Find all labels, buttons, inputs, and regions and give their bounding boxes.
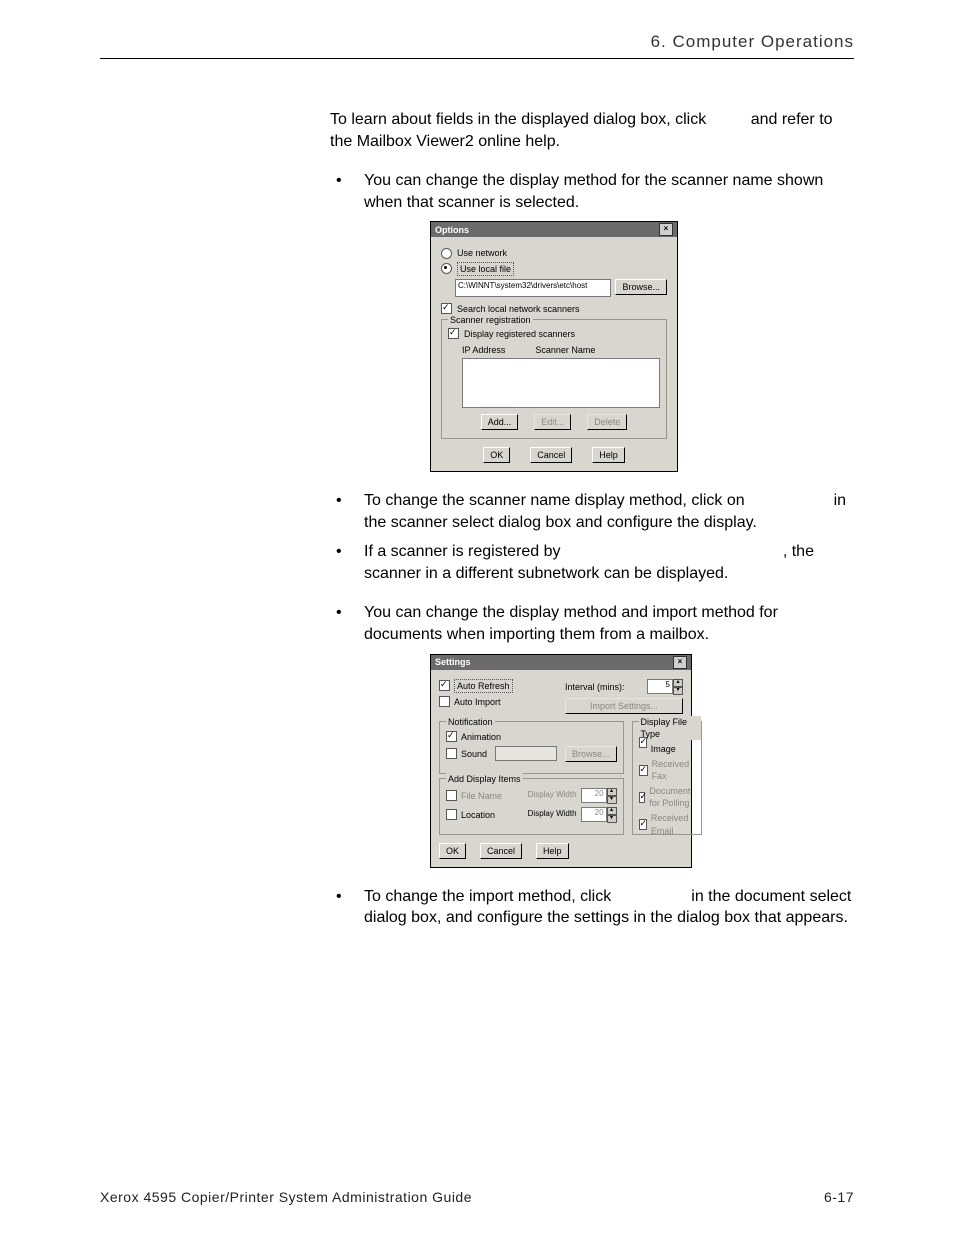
col-ip: IP Address <box>462 344 505 356</box>
bullet-dot: • <box>330 170 364 213</box>
arrow-up-icon[interactable]: ▴ <box>607 807 617 815</box>
file-name-width-value[interactable]: 20 <box>581 788 607 803</box>
use-local-file-label: Use local file <box>457 262 514 276</box>
arrow-up-icon[interactable]: ▴ <box>607 788 617 796</box>
bullet-2a: To change the scanner name display metho… <box>364 492 745 509</box>
sound-label: Sound <box>461 748 487 760</box>
display-registered-checkbox[interactable] <box>448 328 459 339</box>
location-width-spinner[interactable]: 20 ▴▾ <box>581 807 617 823</box>
scanner-registration-group: Scanner registration Display registered … <box>441 319 667 439</box>
interval-label: Interval (mins): <box>565 681 625 693</box>
bullet-dot: • <box>330 490 364 533</box>
search-local-checkbox[interactable] <box>441 303 452 314</box>
scanner-list[interactable] <box>462 358 660 408</box>
notification-legend: Notification <box>446 716 495 728</box>
col-name: Scanner Name <box>535 344 595 356</box>
display-registered-label: Display registered scanners <box>464 328 575 340</box>
sound-path-input[interactable] <box>495 746 557 761</box>
auto-refresh-checkbox[interactable] <box>439 680 450 691</box>
ok-button[interactable]: OK <box>483 447 510 463</box>
bullet-dot: • <box>330 541 364 584</box>
arrow-down-icon[interactable]: ▾ <box>673 687 683 695</box>
settings-dialog-figure: Settings × Auto Refresh Auto Import <box>430 654 854 868</box>
display-file-type-group: Display File Type Scanned Image Received… <box>632 721 702 835</box>
scanned-image-checkbox[interactable] <box>639 737 647 748</box>
intro-paragraph: To learn about fields in the displayed d… <box>330 109 854 152</box>
page-header: 6. Computer Operations <box>100 32 854 58</box>
use-network-label: Use network <box>457 247 507 259</box>
location-width-value[interactable]: 20 <box>581 807 607 822</box>
help-button[interactable]: Help <box>536 843 569 859</box>
received-fax-checkbox[interactable] <box>639 765 648 776</box>
header-rule <box>100 58 854 59</box>
bullet-3: • If a scanner is registered by , the sc… <box>330 541 854 584</box>
display-width-label-1: Display Width <box>528 790 577 801</box>
help-button[interactable]: Help <box>592 447 625 463</box>
bullet-1: • You can change the display method for … <box>330 170 854 213</box>
arrow-down-icon[interactable]: ▾ <box>607 796 617 804</box>
scanner-registration-legend: Scanner registration <box>448 314 533 326</box>
ok-button[interactable]: OK <box>439 843 466 859</box>
use-local-file-radio[interactable] <box>441 263 452 274</box>
page-footer: Xerox 4595 Copier/Printer System Adminis… <box>100 1189 854 1205</box>
auto-import-checkbox[interactable] <box>439 696 450 707</box>
interval-spinner[interactable]: 5 ▴▾ <box>647 679 683 695</box>
sound-browse-button[interactable]: Browse... <box>565 746 617 762</box>
location-label: Location <box>461 809 495 821</box>
location-checkbox[interactable] <box>446 809 457 820</box>
display-width-label-2: Display Width <box>528 809 577 820</box>
received-email-checkbox[interactable] <box>639 819 647 830</box>
cancel-button[interactable]: Cancel <box>530 447 572 463</box>
intro-line1: To learn about fields in the displayed d… <box>330 111 706 128</box>
arrow-up-icon[interactable]: ▴ <box>673 679 683 687</box>
settings-dialog-titlebar: Settings × <box>431 655 691 670</box>
animation-checkbox[interactable] <box>446 731 457 742</box>
arrow-down-icon[interactable]: ▾ <box>607 815 617 823</box>
file-name-label: File Name <box>461 790 502 802</box>
footer-left: Xerox 4595 Copier/Printer System Adminis… <box>100 1189 472 1205</box>
sound-checkbox[interactable] <box>446 748 457 759</box>
delete-button[interactable]: Delete <box>587 414 627 430</box>
options-dialog-titlebar: Options × <box>431 222 677 237</box>
bullet-3a: If a scanner is registered by <box>364 543 561 560</box>
file-name-width-spinner[interactable]: 20 ▴▾ <box>581 788 617 804</box>
bullet-dot: • <box>330 886 364 929</box>
local-file-path-input[interactable]: C:\WINNT\system32\drivers\etc\host <box>455 279 611 297</box>
auto-refresh-label: Auto Refresh <box>454 679 513 693</box>
browse-button[interactable]: Browse... <box>615 279 667 295</box>
received-fax-label: Received Fax <box>652 758 695 782</box>
auto-import-label: Auto Import <box>454 696 501 708</box>
display-file-type-legend: Display File Type <box>639 716 701 740</box>
settings-dialog: Settings × Auto Refresh Auto Import <box>430 654 692 868</box>
edit-button[interactable]: Edit... <box>534 414 571 430</box>
bullet-2: • To change the scanner name display met… <box>330 490 854 533</box>
bullet-1-text: You can change the display method for th… <box>364 170 854 213</box>
bullet-4-text: You can change the display method and im… <box>364 602 854 645</box>
bullet-dot: • <box>330 602 364 645</box>
add-display-items-group: Add Display Items File Name Display Widt… <box>439 778 624 835</box>
content-area: To learn about fields in the displayed d… <box>330 109 854 929</box>
bullet-4: • You can change the display method and … <box>330 602 854 645</box>
use-network-radio[interactable] <box>441 248 452 259</box>
document-polling-checkbox[interactable] <box>639 792 646 803</box>
add-button[interactable]: Add... <box>481 414 519 430</box>
close-icon[interactable]: × <box>673 656 687 669</box>
notification-group: Notification Animation Sound Browse... <box>439 721 624 774</box>
add-display-items-legend: Add Display Items <box>446 773 523 785</box>
options-dialog-title: Options <box>435 224 469 236</box>
import-settings-button[interactable]: Import Settings... <box>565 698 683 714</box>
close-icon[interactable]: × <box>659 223 673 236</box>
bullet-5a: To change the import method, click <box>364 888 611 905</box>
received-email-label: Received Email <box>651 812 695 836</box>
footer-right: 6-17 <box>824 1189 854 1205</box>
settings-dialog-title: Settings <box>435 656 471 668</box>
document-polling-label: Document for Polling <box>649 785 694 809</box>
animation-label: Animation <box>461 731 501 743</box>
options-dialog-figure: Options × Use network Use local file C:\… <box>430 221 854 472</box>
file-name-checkbox[interactable] <box>446 790 457 801</box>
interval-value[interactable]: 5 <box>647 679 673 694</box>
options-dialog: Options × Use network Use local file C:\… <box>430 221 678 472</box>
bullet-5: • To change the import method, click in … <box>330 886 854 929</box>
cancel-button[interactable]: Cancel <box>480 843 522 859</box>
